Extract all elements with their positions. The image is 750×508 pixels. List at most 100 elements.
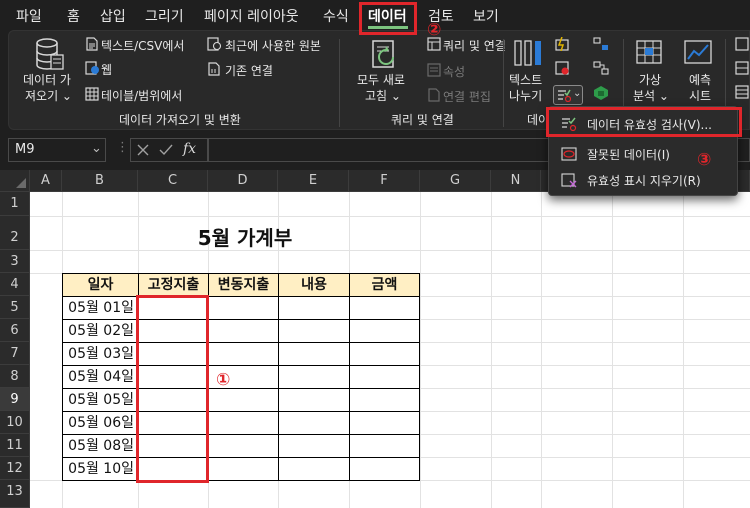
row-header-11[interactable]: 11 [0, 434, 30, 457]
table-cell-amount[interactable] [349, 434, 420, 458]
row-header-9[interactable]: 9 [0, 388, 30, 411]
what-if-analysis-button-line2[interactable]: 분석 ⌄ [633, 87, 669, 104]
menu-page-layout[interactable]: 페이지 레이아웃 [204, 6, 299, 26]
column-header-b[interactable]: B [62, 170, 138, 192]
worksheet[interactable]: A B C D E F G N O 1 2 3 4 5 6 7 8 9 10 1… [0, 170, 750, 508]
existing-connections-button[interactable]: 기존 연결 [225, 62, 273, 79]
get-data-button[interactable]: 데이터 가 [23, 71, 71, 88]
text-to-columns-button[interactable]: 텍스트 [509, 71, 542, 88]
properties-button[interactable]: 속성 [443, 63, 465, 80]
table-header-variable-expense[interactable]: 변동지출 [208, 273, 279, 297]
row-header-1[interactable]: 1 [0, 192, 30, 216]
select-all-corner[interactable] [0, 170, 30, 192]
name-box[interactable]: M9 ⌄ [8, 138, 106, 162]
remove-duplicates-icon [555, 61, 569, 75]
table-cell-variable-expense[interactable] [208, 342, 279, 366]
gridline [420, 319, 750, 320]
row-header-12[interactable]: 12 [0, 457, 30, 480]
menu-draw[interactable]: 그리기 [145, 6, 184, 26]
queries-connections-button[interactable]: 쿼리 및 연결 [443, 37, 506, 54]
table-cell-content[interactable] [278, 365, 350, 389]
table-cell-content[interactable] [278, 388, 350, 412]
column-header-d[interactable]: D [208, 170, 278, 192]
column-header-n[interactable]: N [491, 170, 541, 192]
row-header-13[interactable]: 13 [0, 480, 30, 508]
table-cell-amount[interactable] [349, 342, 420, 366]
enter-icon[interactable] [159, 144, 173, 156]
text-to-columns-button-line2[interactable]: 나누기 [509, 87, 542, 104]
table-header-amount[interactable]: 금액 [349, 273, 420, 297]
from-table-button[interactable]: 테이블/범위에서 [101, 87, 182, 104]
row-header-4[interactable]: 4 [0, 273, 30, 296]
table-cell-date[interactable]: 05월 04일 [62, 365, 139, 389]
table-cell-content[interactable] [278, 319, 350, 343]
sheet-title[interactable]: 5월 가계부 [140, 222, 350, 251]
menu-item-clear-circles[interactable]: 유효성 표시 지우기(R) [549, 167, 737, 193]
row-header-10[interactable]: 10 [0, 411, 30, 434]
table-cell-content[interactable] [278, 342, 350, 366]
table-cell-amount[interactable] [349, 411, 420, 435]
column-header-g[interactable]: G [420, 170, 491, 192]
gridline [420, 296, 750, 297]
table-header-content[interactable]: 내용 [278, 273, 350, 297]
table-cell-variable-expense[interactable] [208, 319, 279, 343]
table-cell-date[interactable]: 05월 01일 [62, 296, 139, 320]
menu-formulas[interactable]: 수식 [323, 6, 349, 26]
menu-insert[interactable]: 삽입 [100, 6, 126, 26]
edit-links-icon [428, 88, 440, 102]
data-validation-button[interactable]: ⌄ [553, 85, 583, 105]
table-cell-amount[interactable] [349, 388, 420, 412]
table-cell-content[interactable] [278, 296, 350, 320]
menu-home[interactable]: 홈 [67, 6, 80, 26]
table-cell-amount[interactable] [349, 365, 420, 389]
row-header-8[interactable]: 8 [0, 365, 30, 388]
table-cell-date[interactable]: 05월 02일 [62, 319, 139, 343]
table-cell-date[interactable]: 05월 06일 [62, 411, 139, 435]
menu-file[interactable]: 파일 [16, 6, 42, 26]
menu-view[interactable]: 보기 [473, 6, 499, 26]
data-validation-icon [558, 89, 571, 102]
row-header-5[interactable]: 5 [0, 296, 30, 319]
table-cell-date[interactable]: 05월 08일 [62, 434, 139, 458]
forecast-sheet-button-line2[interactable]: 시트 [689, 87, 711, 104]
column-header-f[interactable]: F [349, 170, 420, 192]
table-header-date[interactable]: 일자 [62, 273, 139, 297]
row-header-3[interactable]: 3 [0, 250, 30, 273]
table-cell-amount[interactable] [349, 457, 420, 481]
column-header-a[interactable]: A [30, 170, 62, 192]
refresh-all-button[interactable]: 모두 새로 [357, 71, 405, 88]
from-web-button[interactable]: 웹 [101, 61, 112, 78]
table-cell-variable-expense[interactable] [208, 411, 279, 435]
table-cell-amount[interactable] [349, 296, 420, 320]
forecast-sheet-button[interactable]: 예측 [689, 71, 711, 88]
table-cell-content[interactable] [278, 457, 350, 481]
text-file-icon [86, 37, 98, 51]
insert-function-icon[interactable]: fx [183, 141, 196, 157]
what-if-analysis-button[interactable]: 가상 [639, 71, 661, 88]
edit-links-button[interactable]: 연결 편집 [443, 88, 491, 105]
cancel-icon[interactable] [137, 144, 149, 156]
column-header-e[interactable]: E [278, 170, 349, 192]
row-header-2[interactable]: 2 [0, 216, 30, 250]
table-header-fixed-expense[interactable]: 고정지출 [138, 273, 209, 297]
table-cell-variable-expense[interactable] [208, 457, 279, 481]
row-header-6[interactable]: 6 [0, 319, 30, 342]
gridline [420, 411, 750, 412]
table-cell-variable-expense[interactable] [208, 388, 279, 412]
from-text-csv-button[interactable]: 텍스트/CSV에서 [101, 37, 184, 54]
get-data-button-line2[interactable]: 져오기 ⌄ [25, 87, 72, 104]
table-cell-date[interactable]: 05월 10일 [62, 457, 139, 481]
row-header-7[interactable]: 7 [0, 342, 30, 365]
table-cell-date[interactable]: 05월 05일 [62, 388, 139, 412]
recent-sources-button[interactable]: 최근에 사용한 원본 [225, 37, 321, 54]
table-cell-content[interactable] [278, 434, 350, 458]
table-cell-content[interactable] [278, 411, 350, 435]
table-cell-variable-expense[interactable] [208, 434, 279, 458]
annotation-step-3: ③ [697, 150, 712, 170]
database-icon [36, 38, 64, 70]
column-header-c[interactable]: C [138, 170, 208, 192]
refresh-all-button-line2[interactable]: 고침 ⌄ [365, 87, 401, 104]
table-cell-amount[interactable] [349, 319, 420, 343]
table-cell-date[interactable]: 05월 03일 [62, 342, 139, 366]
table-cell-variable-expense[interactable] [208, 296, 279, 320]
